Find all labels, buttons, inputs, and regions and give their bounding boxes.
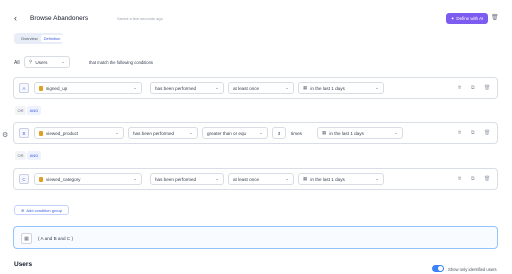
- delete-segment-icon[interactable]: 🗑: [491, 14, 499, 21]
- filter-icon[interactable]: ⩸: [458, 85, 461, 91]
- action-label: has been performed: [133, 130, 175, 136]
- count-value: 3: [277, 130, 281, 136]
- tab-overview[interactable]: Overview: [18, 35, 41, 42]
- condition-card-a: A signed_up ⌄ has been performed ⌄ at le…: [13, 77, 498, 99]
- event-name: signed_up: [46, 85, 68, 91]
- event-dropdown[interactable]: viewed_product ⌄: [34, 127, 124, 139]
- group-settings-icon[interactable]: ⚙: [2, 131, 8, 139]
- event-icon: [39, 130, 43, 136]
- event-name: viewed_product: [46, 130, 79, 136]
- event-dropdown[interactable]: signed_up ⌄: [34, 82, 142, 94]
- filter-icon[interactable]: ⩸: [458, 130, 461, 136]
- copy-icon[interactable]: ⧉: [471, 130, 475, 136]
- chevron-down-icon: ⌄: [375, 85, 379, 90]
- frequency-dropdown[interactable]: greater than or equ ⌄: [202, 127, 268, 139]
- chevron-down-icon: ⌄: [259, 130, 263, 135]
- frequency-label: at least once: [233, 85, 260, 91]
- add-condition-group-label: Add condition group: [26, 207, 62, 213]
- action-dropdown[interactable]: has been performed ⌄: [150, 173, 224, 185]
- expression-icon: ▦: [21, 233, 32, 244]
- condition-letter: B: [19, 128, 29, 138]
- condition-letter: C: [19, 174, 29, 184]
- expression-text: ( A and B and C ): [38, 236, 73, 241]
- connector-and[interactable]: AND: [27, 151, 41, 160]
- chevron-down-icon: ⌄: [215, 176, 219, 181]
- match-conditions-text: that match the following conditions: [89, 60, 154, 65]
- action-label: has been performed: [155, 85, 197, 91]
- condition-card-b: B viewed_product ⌄ has been performed ⌄ …: [13, 122, 498, 144]
- copy-icon[interactable]: ⧉: [471, 176, 475, 182]
- chevron-down-icon: ⌄: [115, 130, 119, 135]
- saved-status: Saved a few seconds ago: [117, 16, 163, 21]
- event-icon: [39, 85, 43, 91]
- time-range-label: in the last 1 days: [310, 176, 345, 182]
- connector-or[interactable]: OR: [15, 106, 26, 115]
- delete-icon[interactable]: 🗑: [484, 130, 490, 136]
- chevron-down-icon: ⌄: [189, 130, 193, 135]
- condition-card-c: C viewed_category ⌄ has been performed ⌄…: [13, 168, 498, 190]
- calendar-icon: ▦: [303, 85, 308, 90]
- add-condition-group-button[interactable]: ⊕ Add condition group: [14, 205, 69, 215]
- time-range-label: in the last 1 days: [329, 130, 364, 136]
- page-title: Browse Abandoners: [30, 15, 89, 22]
- identified-users-toggle[interactable]: [432, 265, 444, 272]
- calendar-icon: ▦: [322, 130, 327, 135]
- frequency-label: greater than or equ: [207, 130, 247, 136]
- chevron-down-icon: ⌄: [394, 130, 398, 135]
- chevron-down-icon: ⌄: [133, 176, 137, 181]
- back-chevron-icon[interactable]: ‹: [14, 13, 17, 23]
- time-range-dropdown[interactable]: ▦ in the last 1 days ⌄: [298, 82, 384, 94]
- users-dropdown-label: Users: [35, 59, 48, 65]
- action-dropdown[interactable]: has been performed ⌄: [128, 127, 198, 139]
- frequency-dropdown[interactable]: at least once ⌄: [228, 82, 294, 94]
- users-dropdown[interactable]: ⚲ Users ⌄: [24, 56, 70, 68]
- count-unit: times: [291, 131, 302, 136]
- chevron-down-icon: ⌄: [285, 176, 289, 181]
- users-heading: Users: [14, 261, 33, 268]
- define-with-ai-button[interactable]: ✦ Define with AI: [446, 13, 488, 24]
- delete-icon[interactable]: 🗑: [484, 85, 490, 91]
- frequency-dropdown[interactable]: at least once ⌄: [228, 173, 294, 185]
- chevron-down-icon: ⌄: [133, 85, 137, 90]
- user-icon: ⚲: [29, 59, 33, 64]
- event-name: viewed_category: [46, 176, 81, 182]
- frequency-label: at least once: [233, 176, 260, 182]
- delete-icon[interactable]: 🗑: [484, 176, 490, 182]
- plus-icon: ⊕: [21, 207, 25, 213]
- event-icon: [39, 176, 43, 182]
- chevron-down-icon: ⌄: [285, 85, 289, 90]
- time-range-dropdown[interactable]: ▦ in the last 1 days ⌄: [298, 173, 384, 185]
- condition-letter: A: [19, 83, 29, 93]
- copy-icon[interactable]: ⧉: [471, 85, 475, 91]
- chevron-down-icon: ⌄: [215, 85, 219, 90]
- time-range-dropdown[interactable]: ▦ in the last 1 days ⌄: [317, 127, 403, 139]
- chevron-down-icon: ⌄: [375, 176, 379, 181]
- identified-users-label: Show only identified users: [448, 267, 497, 272]
- connector-and[interactable]: AND: [27, 106, 41, 115]
- tab-bar: Overview Definition: [14, 33, 64, 44]
- all-label: All: [14, 60, 20, 66]
- event-dropdown[interactable]: viewed_category ⌄: [34, 173, 142, 185]
- action-dropdown[interactable]: has been performed ⌄: [150, 82, 224, 94]
- connector-or[interactable]: OR: [15, 151, 26, 160]
- toggle-knob: [438, 266, 443, 271]
- sparkle-icon: ✦: [450, 15, 455, 21]
- define-with-ai-label: Define with AI: [456, 16, 484, 21]
- time-range-label: in the last 1 days: [310, 85, 345, 91]
- calendar-icon: ▦: [303, 176, 308, 181]
- expression-box[interactable]: ▦ ( A and B and C ): [13, 226, 498, 249]
- tab-definition[interactable]: Definition: [40, 35, 64, 42]
- chevron-down-icon: ⌄: [61, 59, 65, 64]
- action-label: has been performed: [155, 176, 197, 182]
- count-input[interactable]: 3: [272, 127, 286, 139]
- filter-icon[interactable]: ⩸: [458, 176, 461, 182]
